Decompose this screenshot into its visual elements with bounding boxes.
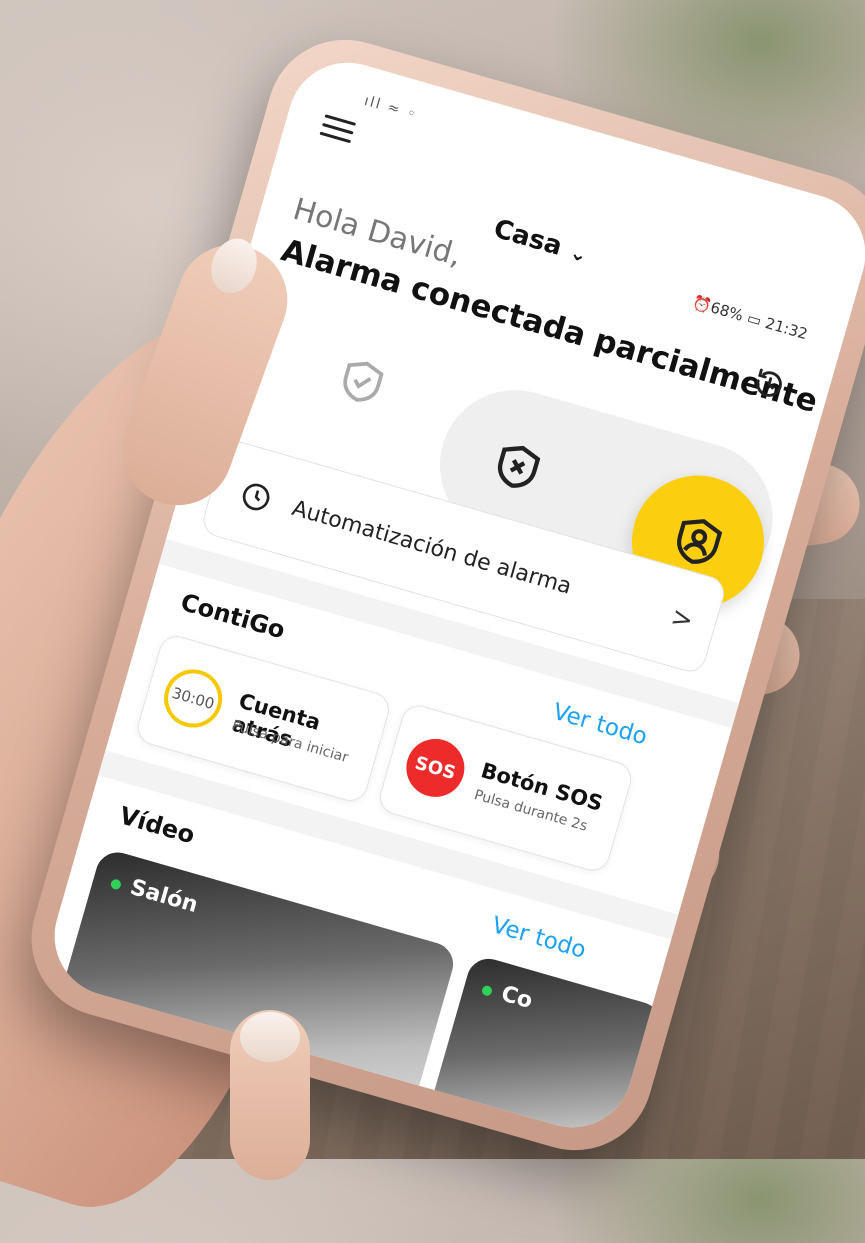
camera-card-2[interactable]: Co bbox=[418, 953, 666, 1142]
video-see-all-link[interactable]: Ver todo bbox=[489, 912, 589, 964]
contigo-title: ContiGo bbox=[177, 588, 289, 645]
shield-check-icon[interactable] bbox=[331, 351, 393, 413]
video-title: Vídeo bbox=[116, 801, 198, 850]
thumb-nail bbox=[240, 1012, 300, 1062]
home-name: Casa bbox=[490, 213, 566, 262]
camera-name-salon: Salón bbox=[108, 870, 201, 918]
status-battery-time: ⏰68% ▭ 21:32 bbox=[690, 293, 810, 344]
hamburger-menu-icon[interactable] bbox=[319, 114, 357, 146]
home-selector[interactable]: Casa⌄ bbox=[490, 214, 591, 269]
camera-name-2: Co bbox=[479, 976, 535, 1014]
chevron-down-icon: ⌄ bbox=[567, 239, 591, 268]
chevron-right-icon: > bbox=[667, 601, 697, 637]
sos-badge: SOS bbox=[399, 732, 472, 804]
status-signal: ıll ≈ ◦ bbox=[362, 92, 420, 124]
online-status-dot bbox=[109, 878, 123, 891]
clock-icon bbox=[242, 483, 270, 511]
contigo-see-all-link[interactable]: Ver todo bbox=[550, 699, 650, 751]
countdown-badge: 30:00 bbox=[157, 662, 230, 735]
online-status-dot bbox=[480, 984, 494, 997]
